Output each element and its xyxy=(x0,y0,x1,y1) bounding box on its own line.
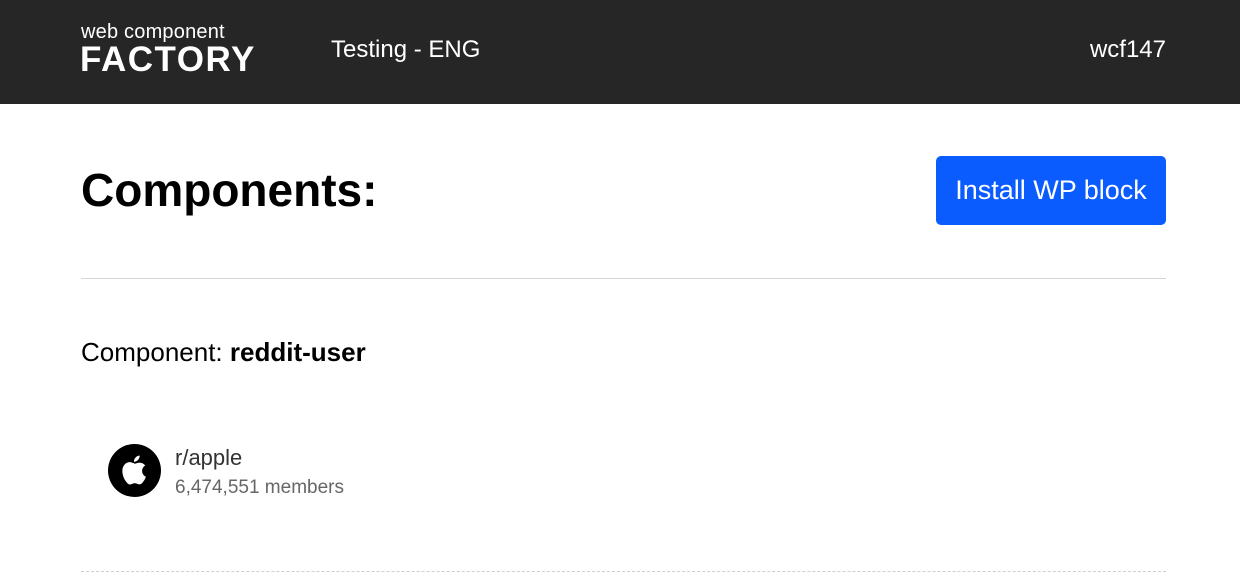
top-navbar: web component FACTORY Testing - ENG wcf1… xyxy=(0,0,1240,104)
component-heading: Component: reddit-user xyxy=(81,336,366,368)
component-name: reddit-user xyxy=(229,337,366,367)
reddit-user-card[interactable]: r/apple 6,474,551 members xyxy=(108,444,508,500)
user-menu[interactable]: wcf147 xyxy=(1090,35,1166,65)
install-wp-block-button[interactable]: Install WP block xyxy=(936,156,1166,225)
project-title: Testing - ENG xyxy=(331,36,481,63)
logo-wordmark: FACTORY xyxy=(80,40,256,79)
factory-logo[interactable]: web component FACTORY xyxy=(80,20,281,80)
subreddit-name[interactable]: r/apple xyxy=(175,445,242,471)
component-label: Component: xyxy=(81,337,223,367)
member-count: 6,474,551 members xyxy=(175,477,344,498)
component-divider xyxy=(81,571,1166,572)
page-title: Components: xyxy=(81,164,378,216)
subreddit-avatar xyxy=(108,444,161,497)
section-divider xyxy=(81,278,1166,279)
apple-logo-icon xyxy=(122,455,146,485)
